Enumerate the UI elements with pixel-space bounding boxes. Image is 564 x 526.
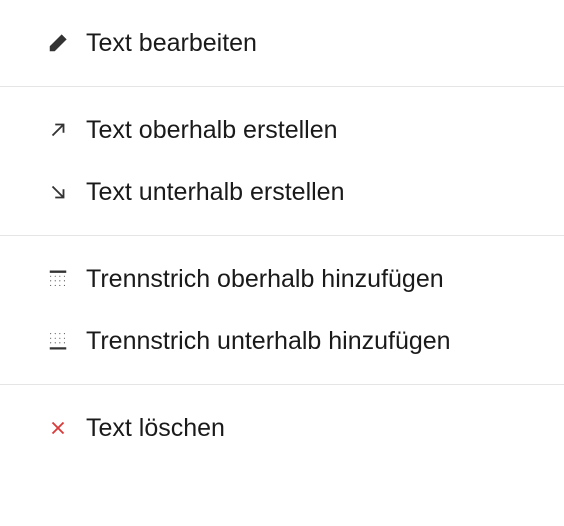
context-menu: Text bearbeiten Text oberhalb erstellen … xyxy=(0,0,564,471)
arrow-down-right-icon xyxy=(44,178,72,206)
menu-group-danger: Text löschen xyxy=(0,385,564,471)
separator-below-item[interactable]: Trennstrich unterhalb hinzufügen xyxy=(0,310,564,372)
create-above-item[interactable]: Text oberhalb erstellen xyxy=(0,99,564,161)
create-below-item[interactable]: Text unterhalb erstellen xyxy=(0,161,564,223)
create-below-label: Text unterhalb erstellen xyxy=(86,177,344,207)
separator-above-item[interactable]: Trennstrich oberhalb hinzufügen xyxy=(0,248,564,310)
border-bottom-icon xyxy=(44,327,72,355)
border-top-icon xyxy=(44,265,72,293)
pencil-icon xyxy=(44,29,72,57)
close-icon xyxy=(44,414,72,442)
separator-below-label: Trennstrich unterhalb hinzufügen xyxy=(86,326,451,356)
delete-text-item[interactable]: Text löschen xyxy=(0,397,564,459)
separator-above-label: Trennstrich oberhalb hinzufügen xyxy=(86,264,444,294)
delete-text-label: Text löschen xyxy=(86,413,225,443)
create-above-label: Text oberhalb erstellen xyxy=(86,115,338,145)
menu-group-separator: Trennstrich oberhalb hinzufügen xyxy=(0,236,564,385)
menu-group-edit: Text bearbeiten xyxy=(0,0,564,87)
arrow-up-right-icon xyxy=(44,116,72,144)
edit-text-item[interactable]: Text bearbeiten xyxy=(0,12,564,74)
edit-text-label: Text bearbeiten xyxy=(86,28,257,58)
menu-group-create: Text oberhalb erstellen Text unterhalb e… xyxy=(0,87,564,236)
